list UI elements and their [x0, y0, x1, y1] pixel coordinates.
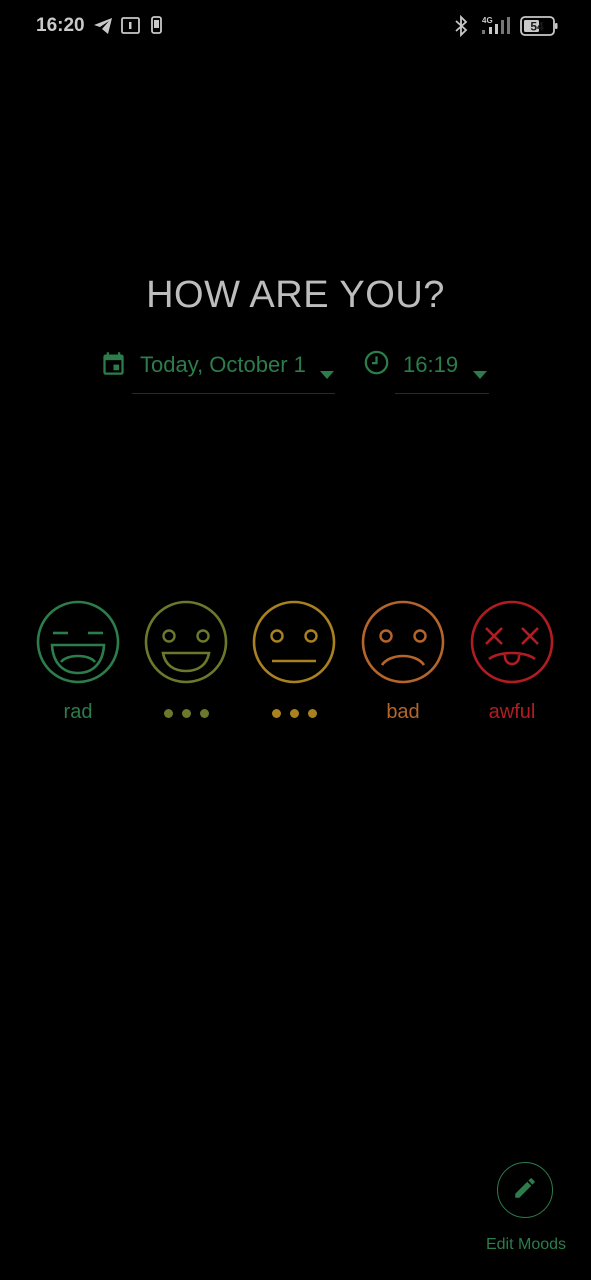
- phone-icon: [151, 16, 162, 39]
- mood-meh[interactable]: [249, 599, 339, 725]
- dizzy-face-icon: [470, 600, 554, 684]
- sim-1-icon: [121, 17, 140, 39]
- time-picker[interactable]: 16:19: [363, 340, 489, 394]
- mood-rad[interactable]: rad: [33, 599, 123, 725]
- mood-label-placeholder: [163, 701, 209, 727]
- status-time: 16:20: [36, 15, 85, 36]
- mood-good[interactable]: [141, 599, 231, 725]
- mood-awful[interactable]: awful: [467, 599, 557, 725]
- clock-icon: [363, 349, 390, 382]
- mood-label-rad: rad: [63, 701, 93, 723]
- time-picker-label: 16:19: [403, 352, 459, 377]
- calendar-icon: [100, 350, 127, 383]
- battery-icon: 54: [520, 16, 558, 41]
- mood-label-awful: awful: [488, 701, 536, 723]
- mood-label-placeholder: [271, 701, 317, 727]
- bluetooth-icon: [454, 14, 468, 42]
- time-picker-underline: [395, 393, 489, 394]
- date-dropdown-arrow-icon: [319, 360, 335, 386]
- frowning-face-icon: [361, 600, 445, 684]
- battery-level: 54: [530, 20, 544, 34]
- date-picker-label: Today, October 1: [140, 352, 306, 377]
- date-picker[interactable]: Today, October 1: [100, 340, 336, 394]
- mood-label-bad: bad: [386, 701, 420, 723]
- pencil-icon: [512, 1175, 538, 1206]
- neutral-face-icon: [252, 600, 336, 684]
- page-title: HOW ARE YOU?: [146, 274, 445, 316]
- mood-bad[interactable]: bad: [358, 599, 448, 725]
- edit-moods-label[interactable]: Edit Moods: [470, 1236, 582, 1254]
- date-picker-underline: [132, 393, 335, 394]
- telegram-icon: [93, 17, 113, 40]
- network-type-label: 4G: [482, 16, 493, 25]
- mood-label-meh: [249, 699, 339, 725]
- edit-moods-button[interactable]: [497, 1162, 553, 1218]
- smiling-face-icon: [144, 600, 228, 684]
- laughing-face-icon: [36, 600, 120, 684]
- signal-icon: 4G: [480, 15, 514, 42]
- time-dropdown-arrow-icon: [472, 360, 488, 386]
- mood-entry-screen: 16:20 4G 54 HOW ARE YOU? Today, October …: [0, 0, 591, 1280]
- mood-label-good: [141, 699, 231, 725]
- status-bar: 16:20 4G 54: [0, 0, 591, 52]
